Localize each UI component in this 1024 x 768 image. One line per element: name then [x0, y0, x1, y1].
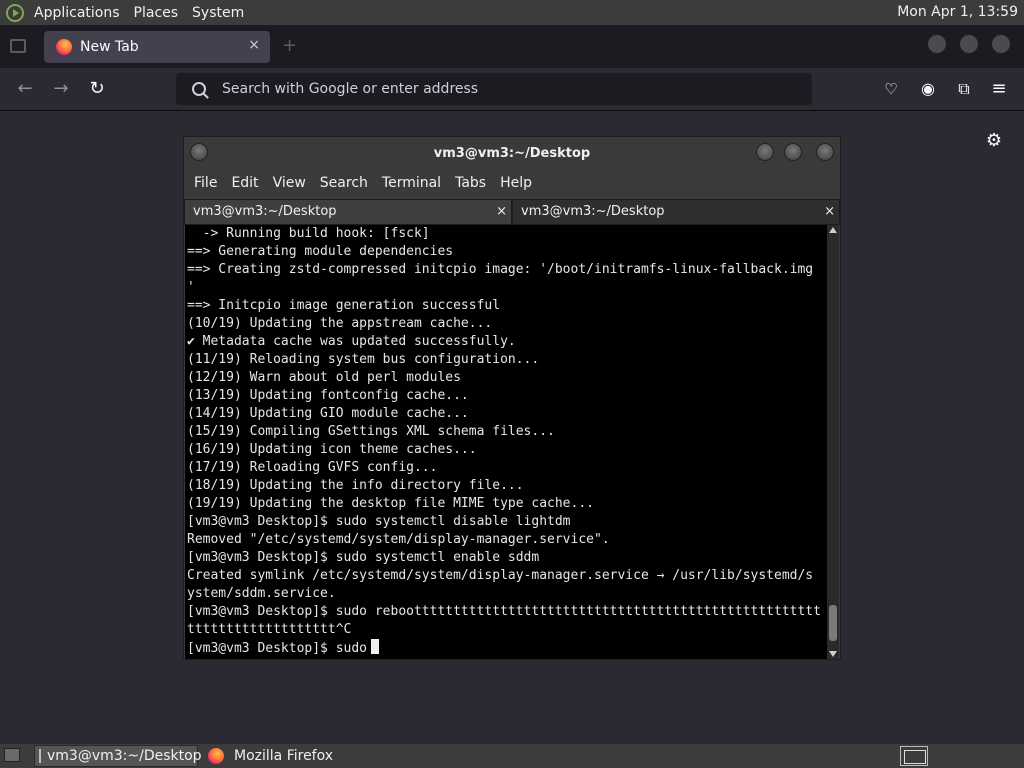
terminal-scrollbar[interactable]	[827, 225, 839, 659]
menu-view[interactable]: View	[273, 175, 306, 191]
terminal-line: (17/19) Reloading GVFS config...	[187, 460, 438, 475]
firefox-view-icon[interactable]	[10, 39, 26, 53]
close-window-button[interactable]	[992, 35, 1010, 53]
taskbar-label: vm3@vm3:~/Desktop	[47, 748, 202, 764]
terminal-line: (13/19) Updating fontconfig cache...	[187, 388, 469, 403]
terminal-line: ystem/sddm.service.	[187, 586, 336, 601]
workspace-switcher[interactable]	[900, 746, 928, 766]
firefox-tab-bar: New Tab × +	[0, 25, 1024, 68]
taskbar-item-terminal[interactable]: vm3@vm3:~/Desktop	[34, 745, 202, 767]
show-desktop-icon[interactable]	[4, 748, 20, 762]
firefox-logo-icon	[56, 39, 72, 55]
minimize-button[interactable]	[928, 35, 946, 53]
terminal-tab-2[interactable]: vm3@vm3:~/Desktop ×	[512, 199, 840, 225]
menu-help[interactable]: Help	[500, 175, 532, 191]
tab-title: New Tab	[80, 39, 139, 55]
back-icon[interactable]: ←	[14, 78, 36, 100]
terminal-title: vm3@vm3:~/Desktop	[433, 145, 591, 161]
terminal-prompt-line: [vm3@vm3 Desktop]$ sudo	[187, 639, 828, 658]
text-cursor	[371, 639, 380, 654]
terminal-prompt: [vm3@vm3 Desktop]$ sudo	[187, 641, 368, 656]
tab-close-icon[interactable]: ×	[248, 37, 260, 53]
close-button[interactable]	[816, 143, 834, 161]
terminal-line: [vm3@vm3 Desktop]$ sudo systemctl disabl…	[187, 514, 571, 529]
account-icon[interactable]: ◉	[917, 78, 939, 100]
clock[interactable]: Mon Apr 1, 13:59	[897, 4, 1018, 20]
terminal-tab-1[interactable]: vm3@vm3:~/Desktop ×	[184, 199, 512, 225]
minimize-button[interactable]	[756, 143, 774, 161]
scroll-thumb[interactable]	[829, 605, 837, 641]
close-tab-icon[interactable]: ×	[824, 200, 835, 224]
address-input[interactable]	[220, 80, 784, 98]
scroll-up-arrow-icon[interactable]	[829, 227, 837, 233]
window-menu-button[interactable]	[190, 143, 208, 161]
terminal-titlebar[interactable]: vm3@vm3:~/Desktop	[184, 137, 840, 169]
firefox-logo-icon	[208, 748, 224, 764]
terminal-icon	[39, 749, 41, 763]
terminal-line: (12/19) Warn about old perl modules	[187, 370, 461, 385]
scroll-down-arrow-icon[interactable]	[829, 651, 837, 657]
menu-icon[interactable]: ≡	[988, 78, 1010, 100]
taskbar-item-firefox[interactable]: Mozilla Firefox	[204, 745, 333, 767]
terminal-line: (18/19) Updating the info directory file…	[187, 478, 524, 493]
terminal-line: ==> Creating zstd-compressed initcpio im…	[187, 262, 814, 277]
terminal-line: [vm3@vm3 Desktop]$ sudo reboottttttttttt…	[187, 604, 821, 619]
forward-icon[interactable]: →	[50, 78, 72, 100]
applications-menu[interactable]: Applications	[34, 5, 120, 21]
terminal-line: ✔ Metadata cache was updated successfull…	[187, 334, 516, 349]
terminal-line: ttttttttttttttttttt^C	[187, 622, 352, 637]
terminal-line: (15/19) Compiling GSettings XML schema f…	[187, 424, 555, 439]
extensions-icon[interactable]: ⧉	[953, 78, 975, 100]
new-tab-plus-icon[interactable]: +	[282, 35, 297, 56]
terminal-tab-label: vm3@vm3:~/Desktop	[521, 204, 665, 219]
terminal-line: (16/19) Updating icon theme caches...	[187, 442, 477, 457]
menu-tabs[interactable]: Tabs	[455, 175, 486, 191]
terminal-line: '	[187, 280, 195, 295]
menu-edit[interactable]: Edit	[231, 175, 258, 191]
terminal-line: -> Running build hook: [fsck]	[187, 226, 430, 241]
firefox-nav-bar: ← → ↻ ♡ ◉ ⧉ ≡	[0, 68, 1024, 111]
terminal-line: Created symlink /etc/systemd/system/disp…	[187, 568, 814, 583]
system-menu[interactable]: System	[192, 5, 244, 21]
terminal-line: [vm3@vm3 Desktop]$ sudo systemctl enable…	[187, 550, 540, 565]
taskbar-label: Mozilla Firefox	[234, 748, 334, 764]
terminal-line: ==> Generating module dependencies	[187, 244, 454, 259]
close-tab-icon[interactable]: ×	[496, 200, 507, 224]
window-controls	[928, 35, 1024, 53]
terminal-line: ==> Initcpio image generation successful	[187, 298, 501, 313]
bottom-panel: vm3@vm3:~/Desktop Mozilla Firefox	[0, 744, 1024, 768]
reload-icon[interactable]: ↻	[86, 78, 108, 100]
menu-terminal[interactable]: Terminal	[382, 175, 441, 191]
terminal-line: (10/19) Updating the appstream cache...	[187, 316, 493, 331]
terminal-tabs: vm3@vm3:~/Desktop × vm3@vm3:~/Desktop ×	[184, 197, 840, 225]
terminal-line: (11/19) Reloading system bus configurati…	[187, 352, 540, 367]
maximize-button[interactable]	[960, 35, 978, 53]
terminal-line: (19/19) Updating the desktop file MIME t…	[187, 496, 594, 511]
terminal-menubar: File Edit View Search Terminal Tabs Help	[184, 169, 840, 197]
tab-new-tab[interactable]: New Tab ×	[44, 31, 270, 63]
distro-logo-icon[interactable]	[6, 3, 24, 22]
menu-search[interactable]: Search	[320, 175, 368, 191]
terminal-window: vm3@vm3:~/Desktop File Edit View Search …	[183, 136, 841, 660]
search-icon	[192, 82, 206, 96]
top-panel-menu: Applications Places System	[0, 3, 244, 22]
terminal-tab-label: vm3@vm3:~/Desktop	[193, 204, 337, 219]
pocket-icon[interactable]: ♡	[880, 78, 902, 100]
places-menu[interactable]: Places	[134, 5, 179, 21]
terminal-line: Removed "/etc/systemd/system/display-man…	[187, 532, 610, 547]
top-panel: Applications Places System Mon Apr 1, 13…	[0, 0, 1024, 25]
terminal-line: (14/19) Updating GIO module cache...	[187, 406, 469, 421]
terminal-lines: -> Running build hook: [fsck] ==> Generat…	[185, 225, 828, 658]
maximize-button[interactable]	[784, 143, 802, 161]
url-bar[interactable]	[176, 73, 812, 105]
settings-gear-icon[interactable]: ⚙	[986, 130, 1002, 151]
terminal-output[interactable]: -> Running build hook: [fsck] ==> Generat…	[185, 225, 828, 659]
menu-file[interactable]: File	[194, 175, 217, 191]
